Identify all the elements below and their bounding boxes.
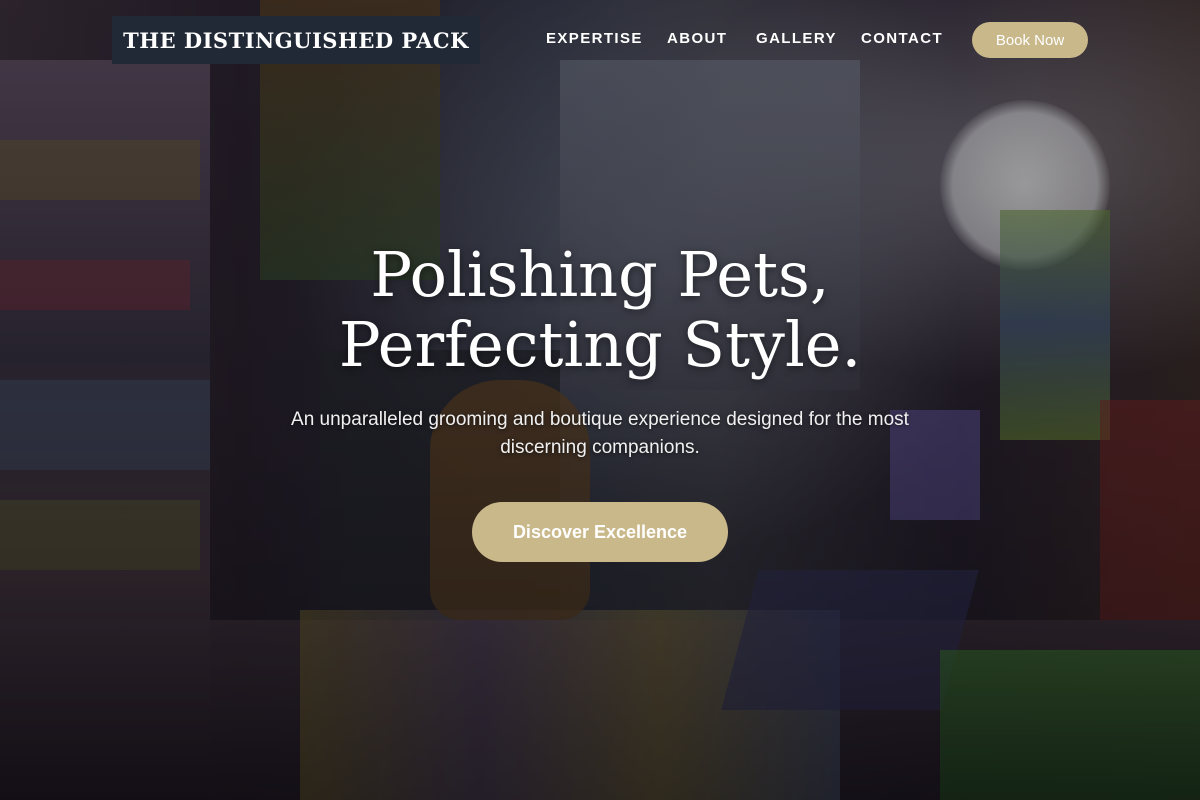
nav-link-gallery[interactable]: GALLERY [756, 30, 837, 47]
brand-logo[interactable]: THE DISTINGUISHED PACK [112, 16, 480, 64]
nav-link-contact[interactable]: CONTACT [861, 30, 943, 47]
hero-title: Polishing Pets, Perfecting Style. [0, 240, 1200, 380]
brand-name: THE DISTINGUISHED PACK [123, 27, 469, 53]
hero-title-line-1: Polishing Pets, [370, 238, 830, 311]
discover-excellence-button[interactable]: Discover Excellence [472, 502, 728, 562]
hero-overlay [0, 0, 1200, 800]
hero-title-line-2: Perfecting Style. [338, 308, 862, 381]
nav-link-about[interactable]: ABOUT [667, 30, 727, 47]
hero-subtitle: An unparalleled grooming and boutique ex… [291, 409, 909, 458]
book-now-button[interactable]: Book Now [972, 22, 1088, 58]
nav-link-expertise[interactable]: EXPERTISE [546, 30, 643, 47]
